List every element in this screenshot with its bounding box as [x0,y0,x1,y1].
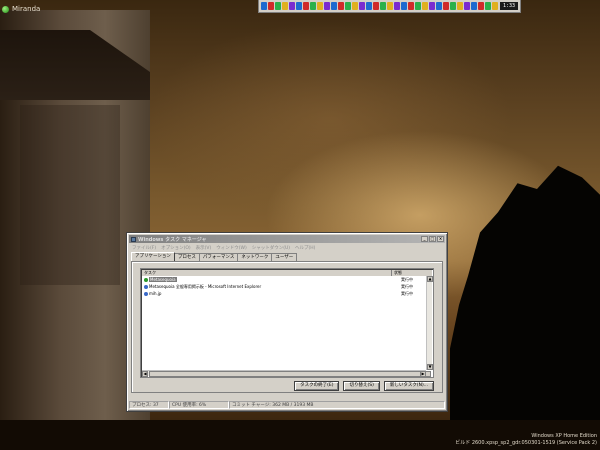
task-list-header: タスク 状態 [142,270,432,276]
title-bar[interactable]: Windows タスク マネージャ _ □ × [129,235,445,243]
tray-app-icon[interactable] [401,2,407,10]
task-row[interactable]: Metasequoia 全般専用掲示板 - Microsoft Internet… [142,284,425,290]
menu-options[interactable]: オプション(O) [161,245,191,251]
task-status: 実行中 [401,291,413,296]
tray-app-icon[interactable] [436,2,442,10]
ie-icon [144,285,148,289]
tab-network[interactable]: ネットワーク [237,253,273,261]
window-title: Windows タスク マネージャ [138,236,207,243]
tab-applications[interactable]: アプリケーション [131,252,175,261]
tray-app-icon[interactable] [268,2,274,10]
task-manager-icon [131,236,136,242]
horizontal-scrollbar[interactable]: ◀ ▶ [142,370,431,377]
maximize-button[interactable]: □ [429,236,436,242]
tray-app-icon[interactable] [471,2,477,10]
tray-app-icon[interactable] [296,2,302,10]
column-header-task[interactable]: タスク [142,270,392,276]
tray-app-icon[interactable] [492,2,498,10]
task-status: 実行中 [401,284,413,289]
tab-processes[interactable]: プロセス [173,253,200,261]
scroll-up-arrow-icon[interactable]: ▲ [427,276,433,282]
task-name: mih.jp [149,291,162,296]
menu-view[interactable]: 表示(V) [196,245,212,251]
tray-app-icon[interactable] [331,2,337,10]
menu-bar: ファイル(F) オプション(O) 表示(V) ウィンドウ(W) シャットダウン(… [130,244,444,251]
tray-app-icon[interactable] [408,2,414,10]
task-name: Metasequoia 全般専用掲示板 - Microsoft Internet… [149,284,262,289]
tray-app-icon[interactable] [457,2,463,10]
task-row[interactable]: mih.jp 実行中 [142,291,425,297]
metasequoia-icon [144,278,148,282]
tray-app-icon[interactable] [415,2,421,10]
tray-app-icon[interactable] [289,2,295,10]
new-task-button[interactable]: 新しいタスク(N)... [383,381,434,391]
tray-app-icon[interactable] [443,2,449,10]
windows-version-watermark: Windows XP Home Edition ビルド 2600.xpsp_sp… [455,433,597,447]
tray-app-icon[interactable] [317,2,323,10]
tray-clock[interactable]: 1:33 [500,2,518,10]
status-cpu: CPU 使用率: 6% [169,401,229,409]
tray-app-icon[interactable] [338,2,344,10]
menu-window[interactable]: ウィンドウ(W) [216,245,246,251]
scroll-right-arrow-icon[interactable]: ▶ [420,371,426,377]
close-button[interactable]: × [437,236,444,242]
tray-app-icon[interactable] [429,2,435,10]
tray-app-icon[interactable] [394,2,400,10]
desktop-shortcut-label: Miranda [12,5,41,13]
tray-app-icon[interactable] [450,2,456,10]
end-task-button[interactable]: タスクの終了(E) [294,381,340,391]
tab-users[interactable]: ユーザー [271,253,298,261]
scroll-left-arrow-icon[interactable]: ◀ [142,371,148,377]
scroll-down-arrow-icon[interactable]: ▼ [427,364,433,370]
ie-icon [144,292,148,296]
wallpaper-building-roof [0,30,150,100]
wallpaper-building-wall [20,105,120,285]
task-list[interactable]: タスク 状態 Metasequoia 実行中 Metasequoia 全般専用掲… [140,268,434,378]
status-processes: プロセス: 37 [129,401,169,409]
task-manager-window: Windows タスク マネージャ _ □ × ファイル(F) オプション(O)… [126,232,448,412]
task-status: 実行中 [401,277,413,282]
tab-strip: アプリケーション プロセス パフォーマンス ネットワーク ユーザー [131,252,298,261]
task-row[interactable]: Metasequoia 実行中 [142,277,425,283]
tray-app-icon[interactable] [345,2,351,10]
tray-app-icon[interactable] [324,2,330,10]
minimize-button[interactable]: _ [421,236,428,242]
tray-app-icon[interactable] [373,2,379,10]
tray-app-icon[interactable] [275,2,281,10]
tray-app-icon[interactable] [366,2,372,10]
tray-app-icon[interactable] [464,2,470,10]
task-name: Metasequoia [149,277,177,282]
vertical-scrollbar[interactable]: ▲ ▼ [426,276,433,370]
miranda-icon [2,5,9,13]
tray-app-icon[interactable] [282,2,288,10]
horizontal-scroll-thumb[interactable] [149,371,431,377]
desktop-shortcut-miranda[interactable]: Miranda [2,3,40,15]
menu-help[interactable]: ヘルプ(H) [295,245,315,251]
tray-app-icon[interactable] [261,2,267,10]
tray-app-icon[interactable] [303,2,309,10]
tray-app-icon[interactable] [478,2,484,10]
menu-file[interactable]: ファイル(F) [132,245,156,251]
status-commit-charge: コミット チャージ: 362 MB / 3193 MB [229,401,445,409]
tab-performance[interactable]: パフォーマンス [198,253,239,261]
applications-panel: タスク 状態 Metasequoia 実行中 Metasequoia 全般専用掲… [131,261,443,393]
menu-shutdown[interactable]: シャットダウン(U) [252,245,290,251]
windows-edition: Windows XP Home Edition [531,433,597,439]
tray-app-icon[interactable] [422,2,428,10]
tray-app-icon[interactable] [380,2,386,10]
tray-app-icon[interactable] [359,2,365,10]
status-bar: プロセス: 37 CPU 使用率: 6% コミット チャージ: 362 MB /… [129,401,445,409]
tray-app-icon[interactable] [310,2,316,10]
switch-to-button[interactable]: 切り替え(S) [343,381,380,391]
tray-app-icon[interactable] [352,2,358,10]
windows-build: ビルド 2600.xpsp_sp2_gdr.050301-1519 (Servi… [455,440,597,446]
tray-app-icon[interactable] [485,2,491,10]
tray-app-icon[interactable] [387,2,393,10]
action-buttons: タスクの終了(E) 切り替え(S) 新しいタスク(N)... [294,381,434,391]
top-toolbar: 1:33 [258,0,521,13]
